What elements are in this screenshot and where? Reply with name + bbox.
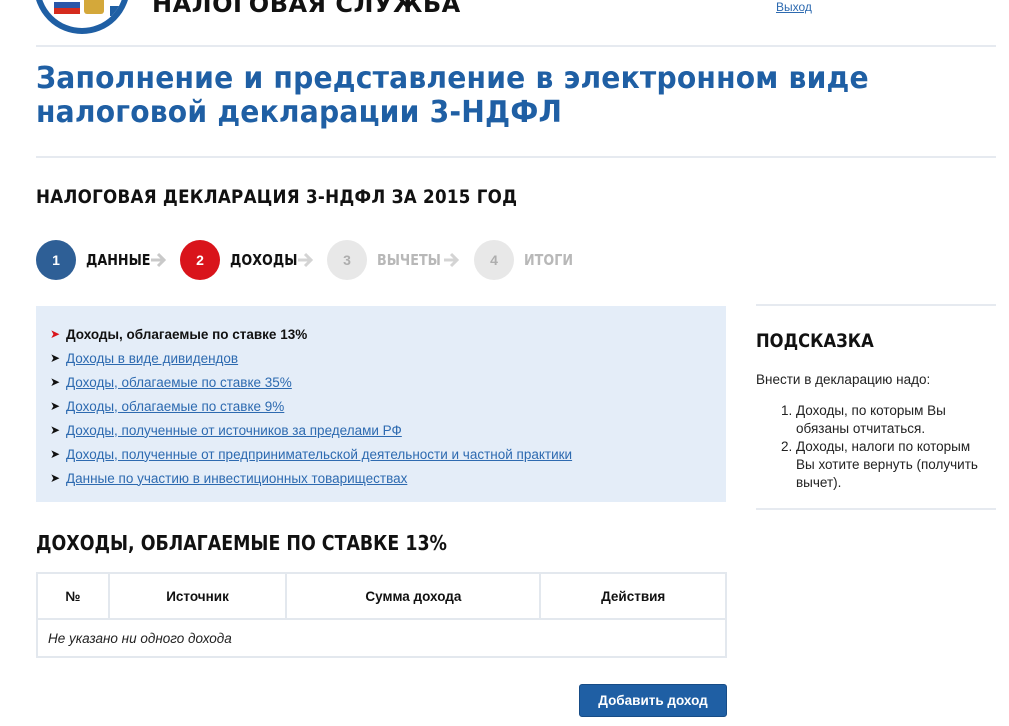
column-header-amount: Сумма дохода: [285, 572, 542, 620]
arrow-marker-icon: ➤: [50, 423, 61, 437]
logo-ring-mark: [110, 6, 120, 16]
step-number: 2: [180, 240, 220, 280]
step-income[interactable]: 2 ДОХОДЫ: [180, 240, 309, 280]
income-type-item: ➤ Доходы в виде дивидендов: [50, 346, 572, 370]
title-divider: [36, 156, 996, 158]
service-name: НАЛОГОВАЯ СЛУЖБА: [152, 0, 461, 18]
income-type-item: ➤ Доходы, облагаемые по ставке 35%: [50, 370, 572, 394]
step-label: ИТОГИ: [524, 251, 574, 269]
step-label: ДАННЫЕ: [86, 251, 151, 269]
hint-item: Доходы, налоги по которым Вы хотите верн…: [796, 438, 990, 492]
arrow-right-icon: [444, 252, 460, 268]
arrow-marker-icon: ➤: [50, 399, 61, 413]
income-type-item: ➤ Доходы, облагаемые по ставке 9%: [50, 394, 572, 418]
income-type-item: ➤ Доходы, полученные от источников за пр…: [50, 418, 572, 442]
fns-logo: [34, 0, 130, 34]
step-label: ВЫЧЕТЫ: [377, 251, 441, 269]
flag-red-stripe: [54, 8, 80, 14]
step-totals[interactable]: 4 ИТОГИ: [474, 240, 582, 280]
header: НАЛОГОВАЯ СЛУЖБА Выход: [0, 0, 1009, 48]
income-type-item: ➤ Данные по участию в инвестиционных тов…: [50, 466, 572, 490]
arrow-marker-icon: ➤: [50, 471, 61, 485]
table-row: Не указано ни одного дохода: [36, 618, 727, 658]
income-type-link[interactable]: Доходы, полученные от предпринимательско…: [66, 447, 572, 462]
page-title: Заполнение и представление в электронном…: [36, 61, 869, 130]
hint-item: Доходы, по которым Вы обязаны отчитаться…: [796, 402, 990, 438]
income-table: № Источник Сумма дохода Действия Не указ…: [36, 572, 727, 658]
arrow-marker-icon: ➤: [50, 327, 61, 341]
hint-list: Доходы, по которым Вы обязаны отчитаться…: [778, 402, 990, 492]
table-header-row: № Источник Сумма дохода Действия: [36, 572, 727, 620]
column-header-source: Источник: [107, 572, 288, 620]
header-divider: [36, 45, 996, 47]
empty-message: Не указано ни одного дохода: [36, 618, 727, 658]
hint-panel: ПОДСКАЗКА Внести в декларацию надо: Дохо…: [756, 304, 996, 510]
income-type-link[interactable]: Доходы, облагаемые по ставке 35%: [66, 375, 292, 390]
income-type-item: ➤ Доходы, облагаемые по ставке 13%: [50, 322, 572, 346]
step-number: 4: [474, 240, 514, 280]
emblem-icon: [84, 0, 104, 14]
income-type-current: Доходы, облагаемые по ставке 13%: [66, 326, 308, 342]
step-label: ДОХОДЫ: [230, 251, 298, 269]
hint-intro: Внести в декларацию надо:: [756, 372, 931, 387]
income-type-item: ➤ Доходы, полученные от предпринимательс…: [50, 442, 572, 466]
income-type-link[interactable]: Доходы, облагаемые по ставке 9%: [66, 399, 284, 414]
section-title: ДОХОДЫ, ОБЛАГАЕМЫЕ ПО СТАВКЕ 13%: [36, 531, 447, 555]
arrow-marker-icon: ➤: [50, 447, 61, 461]
column-header-actions: Действия: [539, 572, 727, 620]
step-data[interactable]: 1 ДАННЫЕ: [36, 240, 162, 280]
income-type-link[interactable]: Доходы в виде дивидендов: [66, 351, 238, 366]
step-number: 3: [327, 240, 367, 280]
arrow-marker-icon: ➤: [50, 375, 61, 389]
step-number: 1: [36, 240, 76, 280]
arrow-right-icon: [298, 252, 314, 268]
logout-link[interactable]: Выход: [776, 0, 812, 14]
column-header-number: №: [36, 572, 110, 620]
income-types-panel: ➤ Доходы, облагаемые по ставке 13% ➤ Дох…: [36, 306, 726, 502]
income-types-list: ➤ Доходы, облагаемые по ставке 13% ➤ Дох…: [50, 322, 572, 490]
arrow-right-icon: [151, 252, 167, 268]
arrow-marker-icon: ➤: [50, 351, 61, 365]
add-income-button[interactable]: Добавить доход: [579, 684, 727, 717]
hint-title: ПОДСКАЗКА: [756, 330, 874, 352]
income-type-link[interactable]: Доходы, полученные от источников за пред…: [66, 423, 402, 438]
declaration-title: НАЛОГОВАЯ ДЕКЛАРАЦИЯ 3-НДФЛ ЗА 2015 ГОД: [36, 186, 518, 208]
income-type-link[interactable]: Данные по участию в инвестиционных товар…: [66, 471, 407, 486]
step-deductions[interactable]: 3 ВЫЧЕТЫ: [327, 240, 452, 280]
